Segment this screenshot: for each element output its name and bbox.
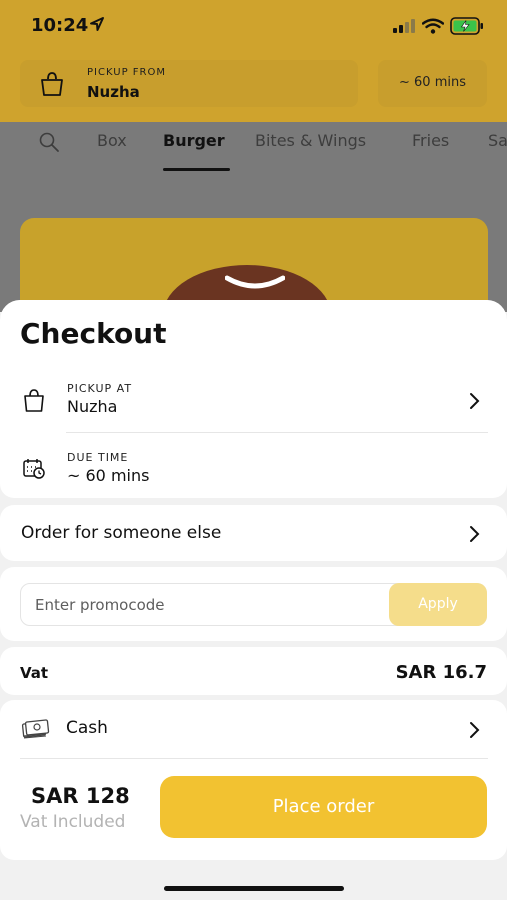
collapse-chevron-icon[interactable] (225, 272, 285, 292)
app-header: 10:24 PICKUP FROM Nuzha ~ 60 mins (0, 0, 507, 122)
due-time-label: DUE TIME (67, 451, 129, 464)
cash-icon (21, 719, 50, 739)
active-tab-indicator (163, 168, 230, 171)
shopping-bag-icon (41, 72, 63, 96)
row-divider (66, 432, 488, 433)
pickup-location-selector[interactable]: PICKUP FROM Nuzha (20, 60, 358, 107)
battery-icon (450, 17, 483, 35)
vat-label: Vat (20, 664, 49, 682)
chevron-right-icon (470, 393, 480, 409)
pickup-at-row[interactable]: PICKUP AT Nuzha (0, 380, 507, 432)
location-arrow-icon (90, 17, 104, 31)
eta-selector[interactable]: ~ 60 mins (378, 60, 487, 107)
tab-box[interactable]: Box (97, 131, 127, 150)
due-time-value: ~ 60 mins (67, 466, 150, 485)
vat-value: SAR 16.7 (395, 662, 487, 683)
category-tabs: Box Burger Bites & Wings Fries Sa (0, 122, 507, 172)
eta-value: ~ 60 mins (399, 75, 466, 90)
order-total: SAR 128 (31, 784, 130, 808)
calendar-clock-icon (23, 459, 45, 479)
pickup-at-label: PICKUP AT (67, 382, 133, 395)
chevron-right-icon (470, 526, 480, 542)
pickup-at-value: Nuzha (67, 397, 118, 416)
search-icon[interactable] (38, 131, 60, 153)
wifi-icon (422, 18, 444, 34)
order-for-someone-else-row[interactable]: Order for someone else (0, 505, 507, 561)
status-time: 10:24 (31, 15, 89, 36)
checkout-details-block: Checkout PICKUP AT Nuzha DUE TIME ~ 60 m (0, 300, 507, 498)
checkout-sheet: Checkout PICKUP AT Nuzha DUE TIME ~ 60 m (0, 300, 507, 900)
row-divider (20, 758, 488, 759)
home-indicator (164, 886, 344, 891)
pickup-from-label: PICKUP FROM (87, 67, 166, 78)
checkout-title: Checkout (20, 317, 167, 350)
tab-burger[interactable]: Burger (163, 131, 225, 150)
tab-partial[interactable]: Sa (488, 131, 507, 150)
apply-promo-button[interactable]: Apply (389, 583, 487, 626)
vat-included-note: Vat Included (20, 812, 126, 832)
due-time-row[interactable]: DUE TIME ~ 60 mins (0, 448, 507, 494)
shopping-bag-icon (24, 389, 44, 412)
place-order-button[interactable]: Place order (160, 776, 487, 838)
promocode-input[interactable] (33, 595, 377, 615)
payment-method-row[interactable]: Cash (0, 700, 507, 758)
order-for-someone-else-label: Order for someone else (21, 523, 222, 543)
cellular-signal-icon (393, 19, 415, 33)
pickup-from-location: Nuzha (87, 83, 140, 101)
tab-fries[interactable]: Fries (412, 131, 449, 150)
payment-method-label: Cash (66, 718, 108, 738)
status-bar: 10:24 (0, 0, 507, 52)
chevron-right-icon (470, 722, 480, 738)
tab-bites-wings[interactable]: Bites & Wings (255, 131, 366, 150)
promocode-field[interactable]: Apply (20, 583, 487, 626)
